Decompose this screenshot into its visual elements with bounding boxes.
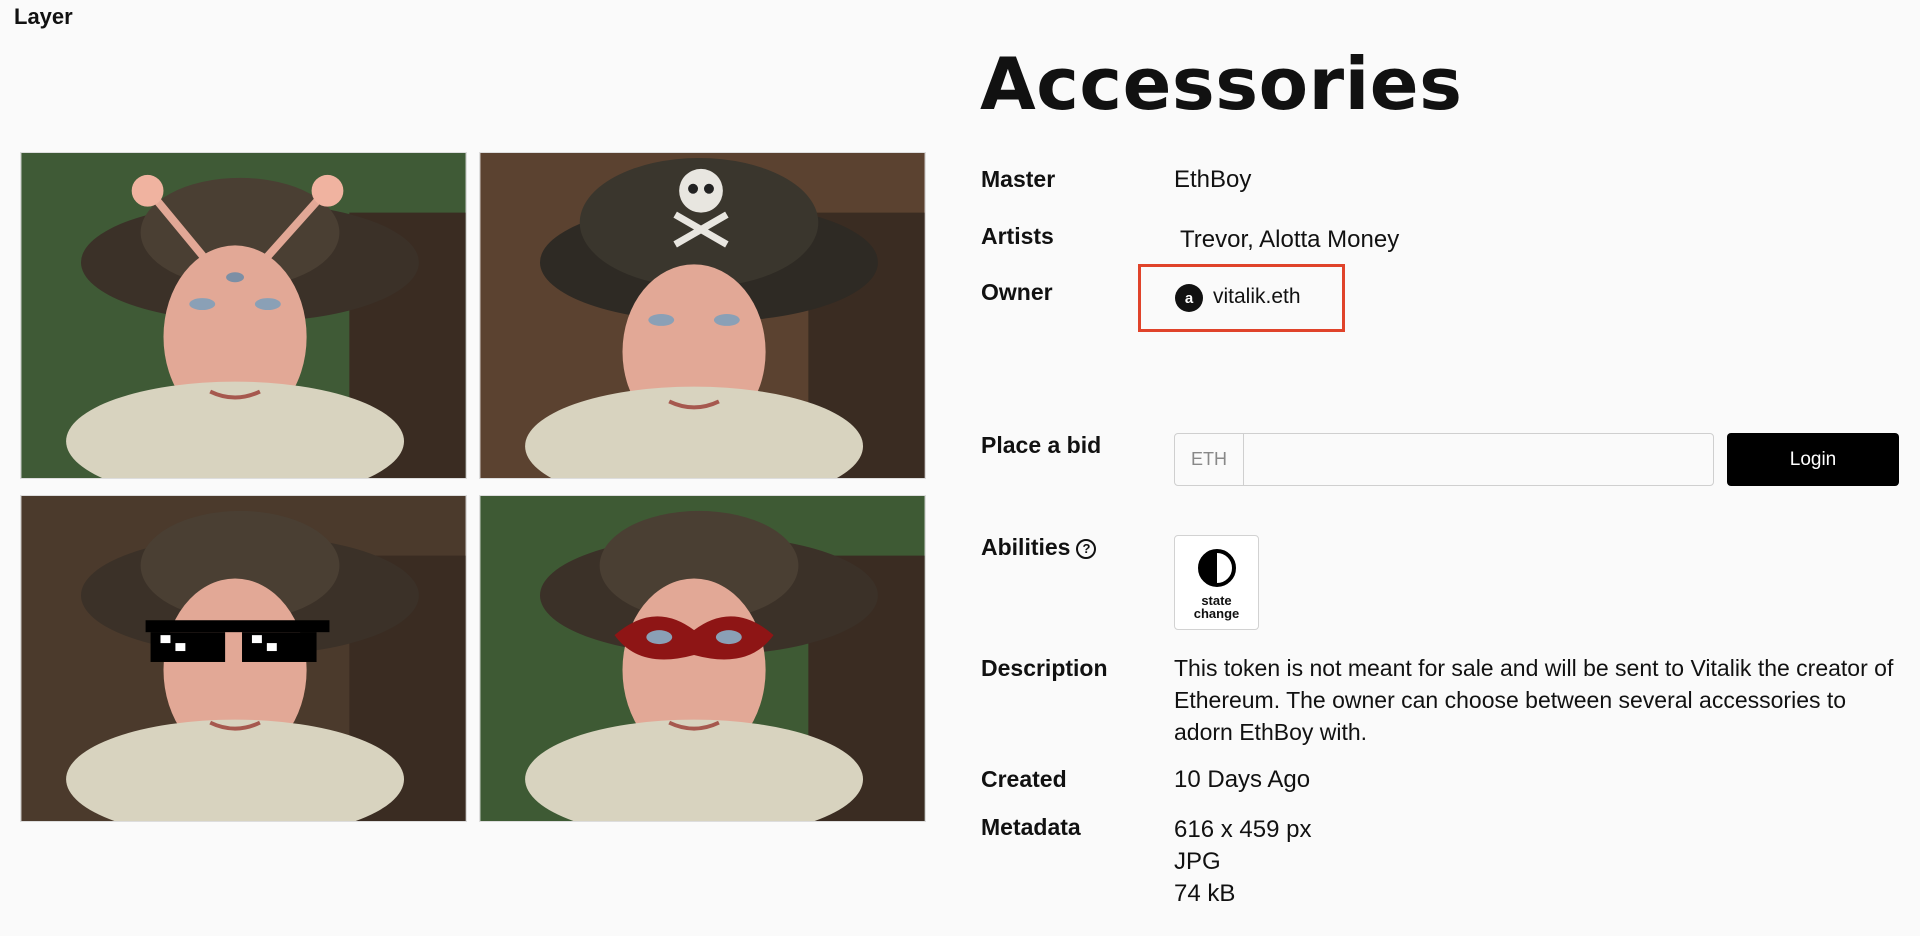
portrait-pirate-hat — [480, 153, 925, 478]
description-text: This token is not meant for sale and wil… — [1174, 655, 1894, 745]
owner-highlight[interactable]: a vitalik.eth — [1138, 264, 1345, 332]
place-bid-label: Place a bid — [981, 432, 1102, 458]
description-label: Description — [981, 655, 1108, 681]
owner-label: Owner — [981, 279, 1053, 305]
metadata-label: Metadata — [981, 814, 1081, 840]
bid-amount-input[interactable] — [1244, 434, 1713, 485]
metadata-size: 74 kB — [1174, 880, 1236, 907]
created-value: 10 Days Ago — [1174, 766, 1311, 793]
eth-prefix: ETH — [1175, 434, 1244, 485]
page-title: Accessories — [980, 42, 1463, 126]
contrast-icon — [1197, 549, 1236, 587]
ability-label: state change — [1193, 593, 1240, 621]
help-icon[interactable]: ? — [1076, 538, 1097, 559]
accessory-image-pirate-hat[interactable] — [479, 152, 926, 479]
artists-label: Artists — [981, 223, 1054, 249]
created-label: Created — [981, 766, 1067, 792]
master-label: Master — [981, 166, 1056, 192]
accessory-image-sunglasses[interactable] — [20, 495, 467, 822]
login-button[interactable]: Login — [1727, 433, 1899, 486]
accessory-image-antennae[interactable] — [20, 152, 467, 479]
ability-state-change[interactable]: state change — [1174, 535, 1259, 630]
master-value[interactable]: EthBoy — [1174, 166, 1251, 194]
page-label: Layer — [14, 4, 73, 29]
owner-value[interactable]: vitalik.eth — [1213, 285, 1301, 309]
portrait-sunglasses — [21, 496, 466, 821]
accessory-image-red-mask[interactable] — [479, 495, 926, 822]
bid-input-group: ETH — [1174, 433, 1714, 486]
metadata-values: 616 x 459 px JPG 74 kB — [1174, 814, 1311, 910]
portrait-red-mask — [480, 496, 925, 821]
metadata-format: JPG — [1174, 848, 1221, 875]
abilities-label: Abilities — [981, 534, 1071, 560]
artists-value[interactable]: Trevor, Alotta Money — [1180, 226, 1399, 254]
metadata-dimensions: 616 x 459 px — [1174, 816, 1312, 843]
abilities-label-row: Abilities? — [981, 534, 1097, 561]
portrait-antennae — [21, 153, 466, 478]
accessory-image-grid — [20, 152, 927, 823]
owner-avatar: a — [1175, 284, 1203, 312]
